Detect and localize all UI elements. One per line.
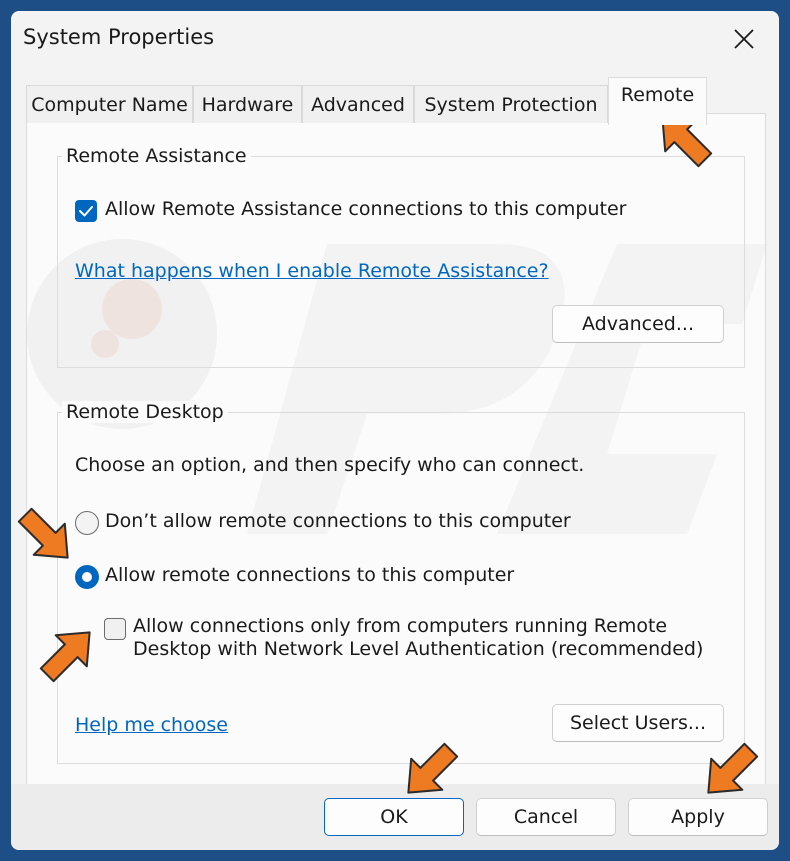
nla-label-line2[interactable]: Desktop with Network Level Authenticatio… <box>133 638 703 660</box>
apply-button[interactable]: Apply <box>628 798 768 836</box>
select-users-button[interactable]: Select Users... <box>552 704 724 742</box>
remote-assistance-help-link[interactable]: What happens when I enable Remote Assist… <box>75 260 549 282</box>
nla-label-line1[interactable]: Allow connections only from computers ru… <box>133 615 667 637</box>
title-bar: System Properties <box>11 11 779 67</box>
remote-desktop-instruction: Choose an option, and then specify who c… <box>75 454 585 476</box>
remote-assistance-group-label: Remote Assistance <box>62 145 251 167</box>
tab-computer-name[interactable]: Computer Name <box>26 85 193 123</box>
cancel-button[interactable]: Cancel <box>476 798 616 836</box>
dialog-footer: OK Cancel Apply <box>11 784 779 850</box>
tab-remote[interactable]: Remote <box>608 77 707 125</box>
tab-advanced[interactable]: Advanced <box>302 85 414 123</box>
system-properties-window: System Properties Remote Assistance Allo… <box>11 11 779 850</box>
advanced-button[interactable]: Advanced... <box>552 305 724 343</box>
checkmark-icon <box>79 206 93 217</box>
allow-remote-radio[interactable] <box>75 565 99 589</box>
tab-hardware[interactable]: Hardware <box>193 85 302 123</box>
remote-tab-panel: Remote Assistance Allow Remote Assistanc… <box>26 113 767 785</box>
allow-remote-assistance-checkbox[interactable] <box>75 200 97 222</box>
window-title: System Properties <box>23 25 215 49</box>
nla-checkbox[interactable] <box>104 618 126 640</box>
dont-allow-remote-radio[interactable] <box>75 511 99 535</box>
ok-button[interactable]: OK <box>324 798 464 836</box>
allow-remote-assistance-label[interactable]: Allow Remote Assistance connections to t… <box>105 198 626 220</box>
allow-remote-label[interactable]: Allow remote connections to this compute… <box>105 564 514 586</box>
help-me-choose-link[interactable]: Help me choose <box>75 714 228 736</box>
remote-desktop-group-label: Remote Desktop <box>62 401 228 423</box>
close-icon <box>734 29 754 49</box>
tab-system-protection[interactable]: System Protection <box>414 85 608 123</box>
dont-allow-remote-label[interactable]: Don’t allow remote connections to this c… <box>105 510 571 532</box>
close-button[interactable] <box>719 19 769 59</box>
